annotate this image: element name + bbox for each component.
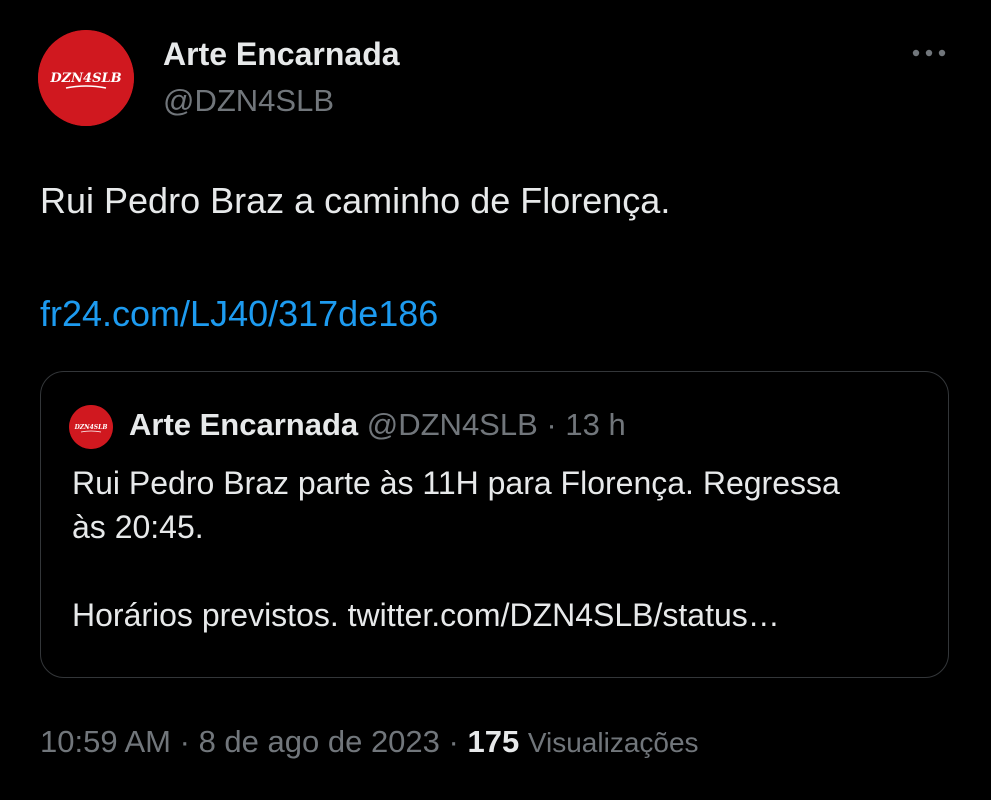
tweet-text: Rui Pedro Braz a caminho de Florença. <box>40 180 671 221</box>
quoted-author-name: Arte Encarnada <box>129 407 359 442</box>
svg-text:DZN4SLB: DZN4SLB <box>49 71 121 86</box>
author-handle[interactable]: @DZN4SLB <box>163 81 334 121</box>
tweet-date[interactable]: 8 de ago de 2023 <box>199 724 440 759</box>
quoted-text-line: às 20:45. <box>72 509 204 545</box>
views-count: 175 <box>467 724 520 759</box>
tweet-time[interactable]: 10:59 AM <box>40 724 171 759</box>
meta-separator: · <box>448 724 459 759</box>
author-avatar[interactable]: DZN4SLB <box>38 30 134 126</box>
more-options-button[interactable] <box>906 38 952 68</box>
views-label: Visualizações <box>527 727 699 758</box>
quoted-text-line: Rui Pedro Braz parte às 11H para Florenç… <box>72 465 840 501</box>
svg-text:DZN4SLB: DZN4SLB <box>74 424 108 431</box>
quoted-text-line: Horários previstos. twitter.com/DZN4SLB/… <box>72 597 780 633</box>
tweet-link[interactable]: fr24.com/LJ40/317de186 <box>40 292 438 336</box>
avatar-logo-icon: DZN4SLB <box>38 30 134 126</box>
quoted-tweet-header: Arte Encarnada @DZN4SLB · 13 h <box>129 405 626 445</box>
quoted-timestamp: 13 h <box>565 407 626 442</box>
quoted-tweet-card[interactable]: DZN4SLB Arte Encarnada @DZN4SLB · 13 h R… <box>40 371 949 678</box>
meta-separator: · <box>179 724 190 759</box>
tweet-detail: DZN4SLB Arte Encarnada @DZN4SLB Rui Pedr… <box>0 0 991 800</box>
quoted-separator: · <box>546 407 557 442</box>
quoted-author-handle: @DZN4SLB <box>366 407 538 442</box>
quoted-author-avatar: DZN4SLB <box>69 405 113 449</box>
more-horizontal-icon <box>912 49 946 57</box>
quoted-text-spacer <box>72 549 922 593</box>
quoted-avatar-logo-icon: DZN4SLB <box>69 405 113 449</box>
tweet-metadata: 10:59 AM · 8 de ago de 2023 · 175 Visual… <box>40 722 699 763</box>
author-name[interactable]: Arte Encarnada <box>163 34 400 74</box>
quoted-tweet-text: Rui Pedro Braz parte às 11H para Florenç… <box>72 461 922 637</box>
